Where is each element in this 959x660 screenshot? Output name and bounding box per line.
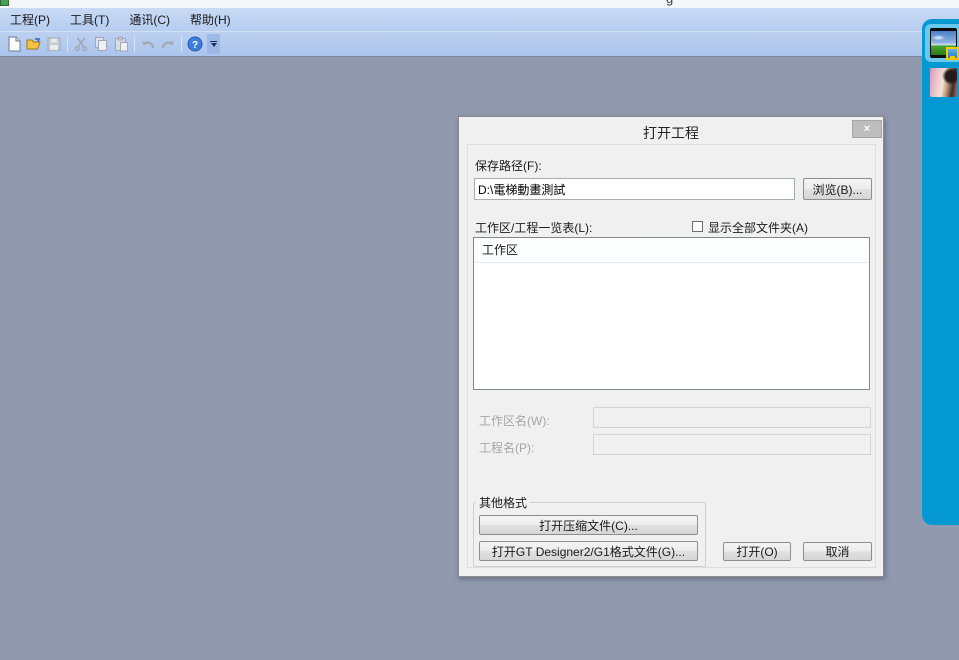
cancel-button[interactable]: 取消 bbox=[803, 542, 872, 561]
portrait-photo-thumbnail[interactable] bbox=[930, 68, 957, 97]
cut-icon[interactable] bbox=[71, 34, 91, 54]
paste-icon[interactable] bbox=[111, 34, 131, 54]
menu-help[interactable]: 帮助(H) bbox=[180, 8, 241, 31]
project-name-input bbox=[593, 434, 871, 455]
list-item-workspace[interactable]: 工作区 bbox=[474, 238, 869, 263]
help-glyph: ? bbox=[192, 40, 198, 51]
save-icon[interactable] bbox=[44, 34, 64, 54]
redo-icon[interactable] bbox=[158, 34, 178, 54]
new-icon[interactable] bbox=[4, 34, 24, 54]
menu-tools[interactable]: 工具(T) bbox=[60, 8, 119, 31]
close-icon[interactable]: × bbox=[852, 120, 882, 138]
monitor-overlay-icon bbox=[946, 47, 959, 60]
other-formats-label: 其他格式 bbox=[476, 494, 530, 511]
workspace-name-input bbox=[593, 407, 871, 428]
show-all-folders-checkbox[interactable] bbox=[692, 221, 703, 232]
dialog-title: 打开工程 bbox=[459, 123, 883, 143]
toolbar-separator bbox=[67, 36, 68, 52]
open-button[interactable]: 打开(O) bbox=[723, 542, 791, 561]
open-compressed-file-button[interactable]: 打开压缩文件(C)... bbox=[479, 515, 698, 535]
copy-icon[interactable] bbox=[91, 34, 111, 54]
save-path-label: 保存路径(F): bbox=[475, 157, 542, 174]
menu-project[interactable]: 工程(P) bbox=[0, 8, 60, 31]
open-icon[interactable] bbox=[24, 34, 44, 54]
menu-bar: 工程(P) 工具(T) 通讯(C) 帮助(H) bbox=[0, 8, 959, 31]
open-gt-designer2-button[interactable]: 打开GT Designer2/G1格式文件(G)... bbox=[479, 541, 698, 561]
titlebar-strip: g bbox=[0, 0, 959, 8]
landscape-photo-thumbnail[interactable] bbox=[930, 28, 957, 58]
toolbar-overflow-icon[interactable] bbox=[207, 34, 220, 54]
save-path-input[interactable] bbox=[474, 178, 795, 200]
side-panel bbox=[922, 19, 959, 525]
toolbar-separator bbox=[181, 36, 182, 52]
browse-button[interactable]: 浏览(B)... bbox=[803, 178, 872, 200]
open-project-dialog: 打开工程 × 保存路径(F): 浏览(B)... 工作区/工程一览表(L): 显… bbox=[458, 116, 884, 577]
undo-icon[interactable] bbox=[138, 34, 158, 54]
workspace-name-label: 工作区名(W): bbox=[479, 412, 550, 429]
app-icon bbox=[0, 0, 9, 6]
window-title-fragment: g bbox=[666, 0, 673, 6]
workspace-project-listbox[interactable]: 工作区 bbox=[473, 237, 870, 390]
help-icon[interactable]: ? bbox=[185, 34, 205, 54]
menu-communication[interactable]: 通讯(C) bbox=[119, 8, 180, 31]
toolbar: ? bbox=[0, 31, 959, 57]
project-name-label: 工程名(P): bbox=[479, 439, 534, 456]
workspace-project-list-label: 工作区/工程一览表(L): bbox=[475, 219, 592, 236]
show-all-folders-label: 显示全部文件夹(A) bbox=[708, 219, 808, 236]
screen: g 工程(P) 工具(T) 通讯(C) 帮助(H) bbox=[0, 0, 959, 660]
toolbar-separator bbox=[134, 36, 135, 52]
